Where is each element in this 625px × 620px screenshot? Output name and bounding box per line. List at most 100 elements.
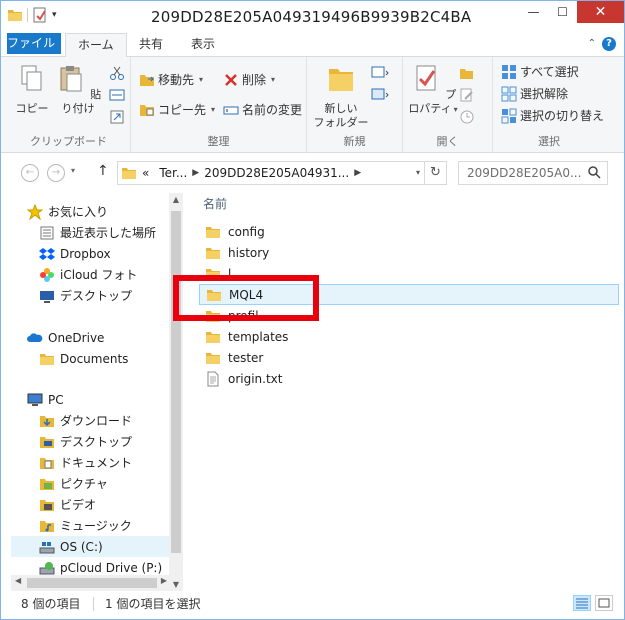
downloads-icon <box>40 415 54 427</box>
forward-button[interactable]: → <box>47 164 65 182</box>
scroll-down-icon[interactable]: ▼ <box>169 580 183 589</box>
star-icon <box>27 203 43 220</box>
nav-onedrive[interactable]: OneDrive <box>27 327 183 348</box>
large-icons-view-button[interactable] <box>595 595 613 611</box>
rename-label: 名前の変更 <box>242 103 303 117</box>
move-to-button[interactable]: 移動先 ▾ <box>139 71 203 88</box>
close-button[interactable]: ✕ <box>577 1 624 23</box>
file-row[interactable]: history <box>199 242 619 263</box>
rename-button[interactable]: 名前の変更 <box>223 101 302 118</box>
copy-to-button[interactable]: コピー先 ▾ <box>139 101 215 118</box>
icloud-photos-icon <box>40 267 54 282</box>
search-input[interactable]: 209DD28E205A0... <box>458 161 608 185</box>
cut-icon[interactable] <box>109 65 125 81</box>
tab-share[interactable]: 共有 <box>127 33 175 57</box>
new-group: 新しい フォルダー 新規 <box>307 57 403 153</box>
paste-button[interactable]: 貼り付け <box>53 63 103 116</box>
delete-label: 削除 <box>242 73 267 87</box>
breadcrumb-separator-icon[interactable]: ▶ <box>354 168 361 178</box>
new-folder-icon <box>329 69 353 91</box>
history-icon[interactable] <box>459 109 475 125</box>
maximize-button[interactable]: ☐ <box>548 1 577 23</box>
ribbon-collapse-icon[interactable]: ⌃ <box>588 38 596 49</box>
nav-desktop[interactable]: デスクトップ <box>39 431 183 452</box>
nav-vertical-scrollbar[interactable]: ▲ ▼ <box>169 193 183 591</box>
new-folder-label-1: 新しい <box>324 102 358 115</box>
nav-scroll-thumb[interactable] <box>171 211 181 553</box>
open-icon[interactable] <box>459 65 475 81</box>
easy-access-icon[interactable] <box>371 87 389 103</box>
status-divider <box>93 597 94 611</box>
properties-button[interactable]: プロパティ ▾ <box>407 63 459 117</box>
address-dropdown-icon[interactable]: ▾ <box>416 168 420 177</box>
details-view-button[interactable] <box>573 595 591 611</box>
music-folder-icon <box>40 520 54 532</box>
properties-large-icon <box>416 65 436 91</box>
nav-music[interactable]: ミュージック <box>39 515 183 536</box>
select-group: すべて選択 選択解除 選択の切り替え 選択 <box>493 57 605 153</box>
file-row[interactable]: config <box>199 221 619 242</box>
scroll-right-icon[interactable]: ▶ <box>161 576 167 585</box>
up-button[interactable]: ↑ <box>97 163 109 179</box>
documents-folder-icon <box>40 457 54 469</box>
select-all-button[interactable]: すべて選択 <box>501 63 579 80</box>
file-row[interactable]: origin.txt <box>199 368 619 389</box>
file-row[interactable]: templates <box>199 326 619 347</box>
copy-path-icon[interactable] <box>109 87 125 103</box>
scroll-left-icon[interactable]: ◀ <box>15 576 21 585</box>
nav-os-c-drive[interactable]: OS (C:) <box>11 536 183 557</box>
nav-icloud-photos[interactable]: iCloud フォト <box>39 264 183 285</box>
address-bar[interactable]: « Ter... ▶ 209DD28E205A04931... ▶ ▾ ↻ <box>117 161 447 185</box>
nav-recent-places[interactable]: 最近表示した場所 <box>39 222 183 243</box>
select-none-button[interactable]: 選択解除 <box>501 85 568 102</box>
large-icons-view-icon <box>598 598 610 608</box>
help-icon[interactable]: ? <box>602 37 616 51</box>
qat-divider <box>27 8 28 22</box>
file-name: tester <box>228 350 264 365</box>
nav-videos[interactable]: ビデオ <box>39 494 183 515</box>
back-button[interactable]: ← <box>21 164 39 182</box>
breadcrumb-current[interactable]: 209DD28E205A04931... <box>199 166 354 180</box>
nav-my-documents[interactable]: ドキュメント <box>39 452 183 473</box>
nav-hscroll-thumb[interactable] <box>27 578 157 588</box>
folder-icon <box>206 226 220 238</box>
breadcrumb-separator-icon[interactable]: ▶ <box>192 168 199 178</box>
delete-button[interactable]: 削除 ▾ <box>223 71 275 88</box>
nav-pc[interactable]: PC <box>27 389 183 410</box>
open-group-label: 開く <box>436 135 459 148</box>
scroll-up-icon[interactable]: ▲ <box>169 195 183 204</box>
address-overflow[interactable]: « <box>137 166 154 180</box>
folder-icon <box>8 10 22 21</box>
nav-pictures[interactable]: ピクチャ <box>39 473 183 494</box>
properties-dropdown-icon: ▾ <box>453 105 458 114</box>
nav-documents[interactable]: Documents <box>39 348 183 369</box>
nav-dropbox[interactable]: Dropbox <box>39 243 183 264</box>
minimize-button[interactable]: — <box>519 1 548 23</box>
new-folder-button[interactable]: 新しい フォルダー <box>313 63 369 130</box>
nav-favorites[interactable]: お気に入り <box>27 201 183 222</box>
paste-shortcut-icon[interactable] <box>109 109 125 125</box>
recent-locations-icon[interactable]: ▾ <box>71 166 75 175</box>
column-header-name[interactable]: 名前 <box>203 195 227 212</box>
nav-desktop-favorite[interactable]: デスクトップ <box>39 285 183 306</box>
nav-horizontal-scrollbar[interactable]: ◀ ▶ <box>11 575 169 591</box>
file-name: history <box>228 245 270 260</box>
copy-to-label: コピー先 <box>158 103 207 117</box>
move-to-label: 移動先 <box>158 73 195 87</box>
properties-icon[interactable] <box>32 7 48 23</box>
invert-selection-button[interactable]: 選択の切り替え <box>501 107 604 124</box>
new-item-icon[interactable] <box>371 65 389 81</box>
edit-icon[interactable] <box>459 87 475 103</box>
folder-icon <box>206 247 220 259</box>
tab-home[interactable]: ホーム <box>65 33 127 58</box>
folder-icon <box>206 331 220 343</box>
qat-dropdown-icon[interactable]: ▾ <box>52 10 57 20</box>
refresh-button[interactable]: ↻ <box>424 162 446 184</box>
tab-view[interactable]: 表示 <box>179 33 227 57</box>
breadcrumb-terminal[interactable]: Ter... <box>154 166 192 180</box>
window-title: 209DD28E205A049319496B9939B2C4BA <box>151 8 472 26</box>
file-row[interactable]: tester <box>199 347 619 368</box>
copy-button[interactable]: コピー <box>15 63 49 116</box>
nav-downloads[interactable]: ダウンロード <box>39 410 183 431</box>
tab-file[interactable]: ファイル <box>7 33 61 54</box>
